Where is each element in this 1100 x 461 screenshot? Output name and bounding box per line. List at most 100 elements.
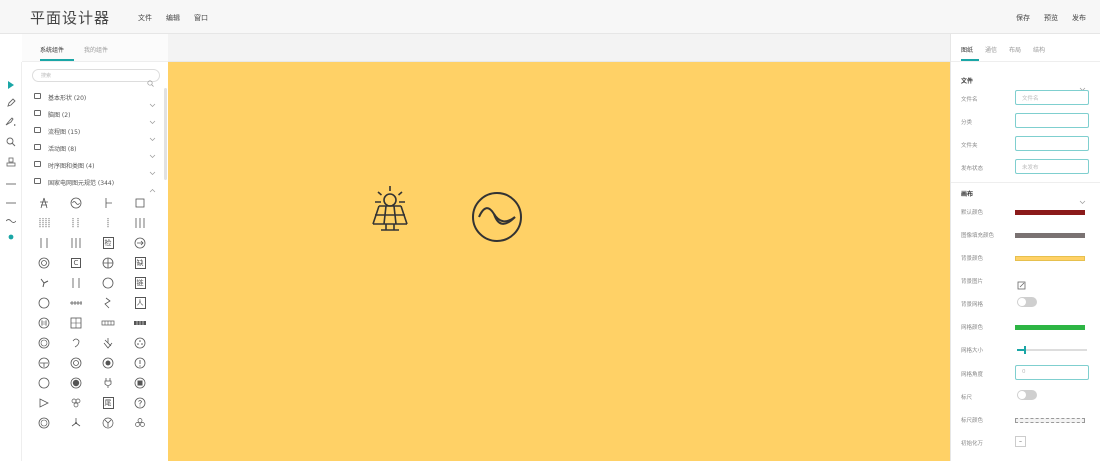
grid-angle-field[interactable]: 0 xyxy=(1015,365,1089,380)
bg-color-swatch[interactable] xyxy=(1015,256,1085,261)
grid-size-slider[interactable] xyxy=(1017,346,1087,354)
grid-box-symbol-icon[interactable] xyxy=(68,315,84,331)
filled-square-circle-symbol-icon[interactable] xyxy=(132,375,148,391)
category-flowchart[interactable]: 流程图 (15) xyxy=(32,124,160,141)
menu-edit[interactable]: 编辑 xyxy=(166,13,180,23)
category-field[interactable] xyxy=(1015,113,1089,128)
publish-status-field[interactable]: 未发布 xyxy=(1015,159,1089,174)
grid-color-swatch[interactable] xyxy=(1015,325,1085,330)
ac-circle-symbol-icon[interactable] xyxy=(68,195,84,211)
double-circle-symbol-icon[interactable] xyxy=(68,355,84,371)
category-mind-map[interactable]: 脑图 (2) xyxy=(32,107,160,124)
dot-icon[interactable] xyxy=(4,230,18,244)
brush-icon[interactable] xyxy=(4,115,18,129)
coin-circle-symbol-icon[interactable] xyxy=(36,415,52,431)
pointer-icon[interactable] xyxy=(4,78,18,92)
publish-button[interactable]: 发布 xyxy=(1072,13,1086,23)
single-coil-symbol-icon[interactable] xyxy=(100,215,116,231)
tower-symbol-icon[interactable] xyxy=(36,195,52,211)
category-sequence-class[interactable]: 时序图和类图 (4) xyxy=(32,158,160,175)
three-dot-circle-symbol-icon[interactable] xyxy=(132,335,148,351)
wave-line-icon[interactable] xyxy=(4,214,18,228)
bg-fill-color-swatch[interactable] xyxy=(1015,233,1085,238)
preview-button[interactable]: 预览 xyxy=(1044,13,1058,23)
file-name-field[interactable]: 文件名 xyxy=(1015,90,1089,105)
plug-symbol-icon[interactable] xyxy=(100,375,116,391)
design-canvas[interactable] xyxy=(168,62,950,461)
target-circle-symbol-icon[interactable] xyxy=(100,355,116,371)
ruler-toggle[interactable] xyxy=(1017,390,1037,400)
line-icon[interactable] xyxy=(4,177,18,191)
c-box-symbol-icon[interactable]: C xyxy=(68,255,84,271)
category-activity[interactable]: 活动图 (8) xyxy=(32,141,160,158)
dash-line-icon[interactable] xyxy=(4,196,18,210)
gap-bar-symbol-icon[interactable] xyxy=(68,275,84,291)
check-symbol-icon[interactable]: 检 xyxy=(100,235,116,251)
hook-symbol-icon[interactable] xyxy=(68,335,84,351)
search-input[interactable]: 搜索 xyxy=(32,69,160,87)
arrow-circle-symbol-icon[interactable] xyxy=(132,235,148,251)
coil-symbol-icon[interactable] xyxy=(36,215,52,231)
default-color-swatch[interactable] xyxy=(1015,210,1085,215)
fan-blade-symbol-icon[interactable] xyxy=(68,415,84,431)
tee-circle-symbol-icon[interactable] xyxy=(36,355,52,371)
exclaim-circle-symbol-icon[interactable] xyxy=(132,355,148,371)
large-circle-symbol-icon[interactable] xyxy=(36,295,52,311)
properties-tabs: 图纸 通信 布局 结构 xyxy=(951,34,1100,62)
box-strip-symbol-icon[interactable] xyxy=(100,315,116,331)
stamp-icon[interactable] xyxy=(4,155,18,169)
edit-image-icon[interactable] xyxy=(1017,275,1026,294)
ruler-color-swatch[interactable] xyxy=(1015,418,1085,423)
clock-symbol-icon[interactable] xyxy=(36,255,52,271)
chevron-up-icon xyxy=(149,178,156,197)
component-panel: 系统组件 我的组件 搜索 基本形状 (20) 脑图 (2) 流程图 (15) 活… xyxy=(22,34,168,461)
end-symbol-icon[interactable]: 尾 xyxy=(100,395,116,411)
tab-structure[interactable]: 结构 xyxy=(1033,45,1045,54)
circle-symbol-icon[interactable] xyxy=(100,275,116,291)
terminal-strip-symbol-icon[interactable] xyxy=(68,295,84,311)
molecule-symbol-icon[interactable] xyxy=(68,395,84,411)
person-symbol-icon[interactable]: 人 xyxy=(132,295,148,311)
open-circle-symbol-icon[interactable] xyxy=(36,375,52,391)
triple-bar-b-symbol-icon[interactable] xyxy=(68,235,84,251)
menu-file[interactable]: 文件 xyxy=(138,13,152,23)
ground-arrow-symbol-icon[interactable] xyxy=(100,335,116,351)
grid-size-slider-knob[interactable] xyxy=(1024,346,1026,354)
link-symbol-icon[interactable]: 链 xyxy=(132,275,148,291)
chevron-down-icon[interactable] xyxy=(1079,190,1086,209)
question-circle-symbol-icon[interactable] xyxy=(132,395,148,411)
double-bar-symbol-icon[interactable] xyxy=(36,235,52,251)
bold-strip-symbol-icon[interactable] xyxy=(132,315,148,331)
tee-symbol-icon[interactable] xyxy=(100,195,116,211)
solar-panel-icon[interactable] xyxy=(370,182,410,244)
tab-communication[interactable]: 通信 xyxy=(985,45,997,54)
double-coil-symbol-icon[interactable] xyxy=(68,215,84,231)
lack-symbol-icon[interactable]: 缺 xyxy=(132,255,148,271)
radiation-symbol-icon[interactable] xyxy=(100,415,116,431)
magnify-icon[interactable] xyxy=(4,135,18,149)
save-button[interactable]: 保存 xyxy=(1016,13,1030,23)
tab-my-components[interactable]: 我的组件 xyxy=(84,45,108,54)
arrow-link-symbol-icon[interactable] xyxy=(100,295,116,311)
pen-icon[interactable] xyxy=(4,96,18,110)
crossed-circle-symbol-icon[interactable] xyxy=(100,255,116,271)
filled-circle-symbol-icon[interactable] xyxy=(68,375,84,391)
square-symbol-icon[interactable] xyxy=(132,195,148,211)
tab-drawing[interactable]: 图纸 xyxy=(961,45,973,54)
category-state-grid[interactable]: 国家电网图元规范 (344) xyxy=(32,175,160,193)
fan-symbol-icon[interactable] xyxy=(36,275,52,291)
folder-field[interactable] xyxy=(1015,136,1089,151)
triple-bar-symbol-icon[interactable] xyxy=(132,215,148,231)
hash-circle-symbol-icon[interactable] xyxy=(36,315,52,331)
triangle-flag-symbol-icon[interactable] xyxy=(36,395,52,411)
category-basic-shapes[interactable]: 基本形状 (20) xyxy=(32,90,160,107)
tab-layout[interactable]: 布局 xyxy=(1009,45,1021,54)
panel-scrollbar[interactable] xyxy=(164,88,167,180)
ac-source-icon[interactable] xyxy=(470,190,524,244)
tab-system-components[interactable]: 系统组件 xyxy=(40,45,64,54)
flower-symbol-icon[interactable] xyxy=(132,415,148,431)
menu-window[interactable]: 窗口 xyxy=(194,13,208,23)
vvp-circle-symbol-icon[interactable] xyxy=(36,335,52,351)
decrement-button[interactable]: – xyxy=(1015,436,1026,447)
bg-grid-toggle[interactable] xyxy=(1017,297,1037,307)
